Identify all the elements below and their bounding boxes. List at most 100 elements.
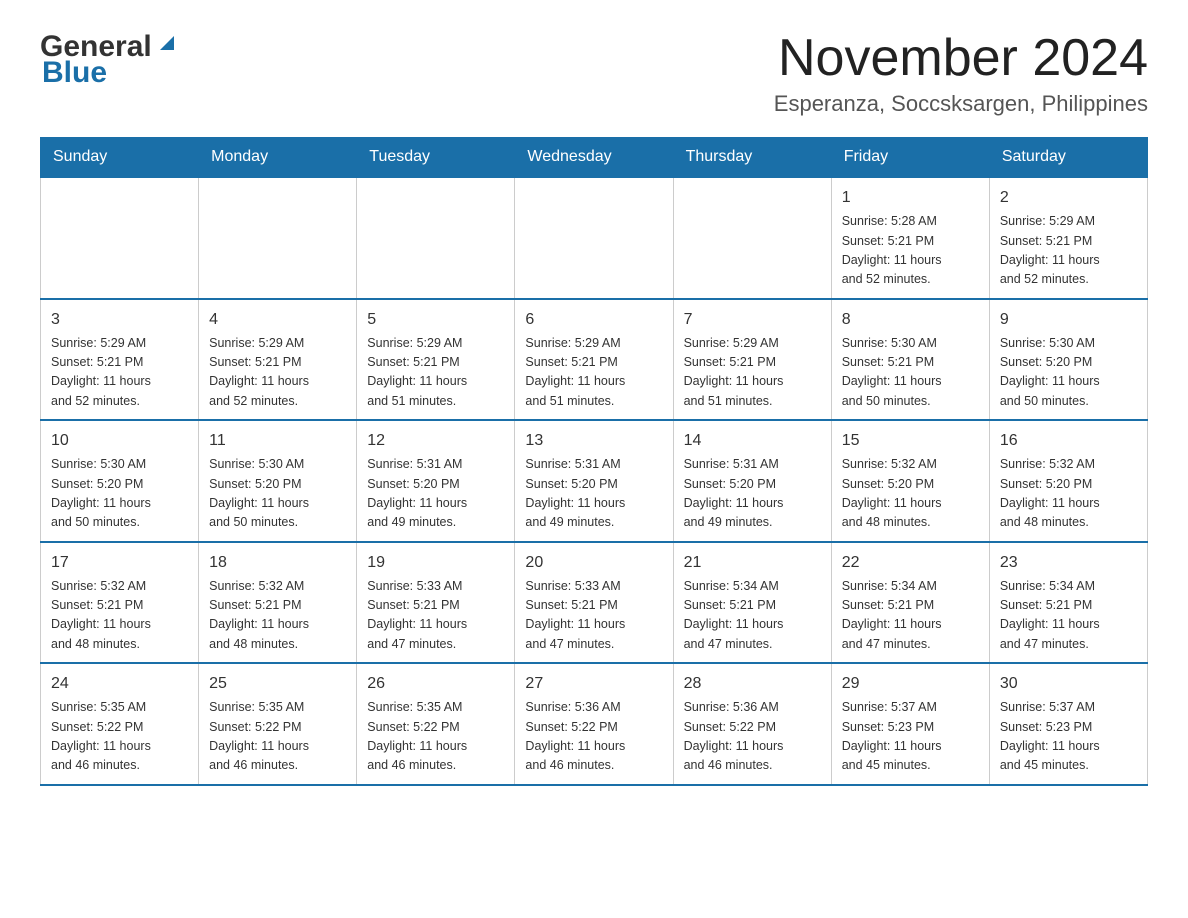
calendar-day-cell: 13Sunrise: 5:31 AMSunset: 5:20 PMDayligh… <box>515 420 673 542</box>
day-number: 21 <box>684 551 821 575</box>
calendar-empty-cell <box>41 177 199 299</box>
day-info: Sunrise: 5:36 AMSunset: 5:22 PMDaylight:… <box>684 698 821 776</box>
calendar-day-cell: 3Sunrise: 5:29 AMSunset: 5:21 PMDaylight… <box>41 299 199 421</box>
day-info: Sunrise: 5:37 AMSunset: 5:23 PMDaylight:… <box>1000 698 1137 776</box>
calendar-day-cell: 14Sunrise: 5:31 AMSunset: 5:20 PMDayligh… <box>673 420 831 542</box>
calendar-day-cell: 11Sunrise: 5:30 AMSunset: 5:20 PMDayligh… <box>199 420 357 542</box>
day-number: 15 <box>842 429 979 453</box>
day-info: Sunrise: 5:34 AMSunset: 5:21 PMDaylight:… <box>684 577 821 655</box>
day-number: 11 <box>209 429 346 453</box>
calendar-table: SundayMondayTuesdayWednesdayThursdayFrid… <box>40 137 1148 786</box>
day-info: Sunrise: 5:31 AMSunset: 5:20 PMDaylight:… <box>525 455 662 533</box>
calendar-day-cell: 29Sunrise: 5:37 AMSunset: 5:23 PMDayligh… <box>831 663 989 785</box>
calendar-day-cell: 28Sunrise: 5:36 AMSunset: 5:22 PMDayligh… <box>673 663 831 785</box>
day-info: Sunrise: 5:35 AMSunset: 5:22 PMDaylight:… <box>51 698 188 776</box>
page-header: General Blue November 2024 Esperanza, So… <box>40 30 1148 117</box>
day-info: Sunrise: 5:30 AMSunset: 5:20 PMDaylight:… <box>51 455 188 533</box>
calendar-day-cell: 12Sunrise: 5:31 AMSunset: 5:20 PMDayligh… <box>357 420 515 542</box>
calendar-empty-cell <box>515 177 673 299</box>
day-info: Sunrise: 5:33 AMSunset: 5:21 PMDaylight:… <box>367 577 504 655</box>
day-info: Sunrise: 5:29 AMSunset: 5:21 PMDaylight:… <box>209 334 346 412</box>
calendar-day-cell: 9Sunrise: 5:30 AMSunset: 5:20 PMDaylight… <box>989 299 1147 421</box>
day-number: 29 <box>842 672 979 696</box>
calendar-empty-cell <box>199 177 357 299</box>
calendar-empty-cell <box>673 177 831 299</box>
day-number: 24 <box>51 672 188 696</box>
logo-area: General Blue <box>40 30 178 90</box>
weekday-header-friday: Friday <box>831 138 989 178</box>
calendar-day-cell: 22Sunrise: 5:34 AMSunset: 5:21 PMDayligh… <box>831 542 989 664</box>
day-number: 8 <box>842 308 979 332</box>
day-number: 5 <box>367 308 504 332</box>
day-info: Sunrise: 5:37 AMSunset: 5:23 PMDaylight:… <box>842 698 979 776</box>
calendar-day-cell: 16Sunrise: 5:32 AMSunset: 5:20 PMDayligh… <box>989 420 1147 542</box>
day-info: Sunrise: 5:35 AMSunset: 5:22 PMDaylight:… <box>209 698 346 776</box>
calendar-day-cell: 1Sunrise: 5:28 AMSunset: 5:21 PMDaylight… <box>831 177 989 299</box>
day-number: 7 <box>684 308 821 332</box>
day-number: 6 <box>525 308 662 332</box>
calendar-week-row: 10Sunrise: 5:30 AMSunset: 5:20 PMDayligh… <box>41 420 1148 542</box>
calendar-day-cell: 24Sunrise: 5:35 AMSunset: 5:22 PMDayligh… <box>41 663 199 785</box>
day-number: 26 <box>367 672 504 696</box>
calendar-day-cell: 6Sunrise: 5:29 AMSunset: 5:21 PMDaylight… <box>515 299 673 421</box>
calendar-week-row: 1Sunrise: 5:28 AMSunset: 5:21 PMDaylight… <box>41 177 1148 299</box>
title-area: November 2024 Esperanza, Soccsksargen, P… <box>774 30 1148 117</box>
day-info: Sunrise: 5:36 AMSunset: 5:22 PMDaylight:… <box>525 698 662 776</box>
day-info: Sunrise: 5:29 AMSunset: 5:21 PMDaylight:… <box>51 334 188 412</box>
day-info: Sunrise: 5:35 AMSunset: 5:22 PMDaylight:… <box>367 698 504 776</box>
calendar-week-row: 24Sunrise: 5:35 AMSunset: 5:22 PMDayligh… <box>41 663 1148 785</box>
day-info: Sunrise: 5:33 AMSunset: 5:21 PMDaylight:… <box>525 577 662 655</box>
calendar-day-cell: 27Sunrise: 5:36 AMSunset: 5:22 PMDayligh… <box>515 663 673 785</box>
calendar-day-cell: 15Sunrise: 5:32 AMSunset: 5:20 PMDayligh… <box>831 420 989 542</box>
day-info: Sunrise: 5:30 AMSunset: 5:20 PMDaylight:… <box>209 455 346 533</box>
day-number: 16 <box>1000 429 1137 453</box>
day-number: 13 <box>525 429 662 453</box>
day-number: 27 <box>525 672 662 696</box>
calendar-day-cell: 30Sunrise: 5:37 AMSunset: 5:23 PMDayligh… <box>989 663 1147 785</box>
calendar-day-cell: 10Sunrise: 5:30 AMSunset: 5:20 PMDayligh… <box>41 420 199 542</box>
day-number: 18 <box>209 551 346 575</box>
calendar-day-cell: 25Sunrise: 5:35 AMSunset: 5:22 PMDayligh… <box>199 663 357 785</box>
day-number: 25 <box>209 672 346 696</box>
calendar-day-cell: 23Sunrise: 5:34 AMSunset: 5:21 PMDayligh… <box>989 542 1147 664</box>
day-number: 23 <box>1000 551 1137 575</box>
day-number: 12 <box>367 429 504 453</box>
calendar-week-row: 17Sunrise: 5:32 AMSunset: 5:21 PMDayligh… <box>41 542 1148 664</box>
logo-blue-text: Blue <box>40 56 107 90</box>
day-number: 30 <box>1000 672 1137 696</box>
day-number: 14 <box>684 429 821 453</box>
day-number: 9 <box>1000 308 1137 332</box>
day-info: Sunrise: 5:29 AMSunset: 5:21 PMDaylight:… <box>367 334 504 412</box>
weekday-header-thursday: Thursday <box>673 138 831 178</box>
day-number: 4 <box>209 308 346 332</box>
day-info: Sunrise: 5:31 AMSunset: 5:20 PMDaylight:… <box>367 455 504 533</box>
day-number: 19 <box>367 551 504 575</box>
month-title: November 2024 <box>774 30 1148 87</box>
calendar-day-cell: 26Sunrise: 5:35 AMSunset: 5:22 PMDayligh… <box>357 663 515 785</box>
location-title: Esperanza, Soccsksargen, Philippines <box>774 91 1148 117</box>
calendar-day-cell: 5Sunrise: 5:29 AMSunset: 5:21 PMDaylight… <box>357 299 515 421</box>
calendar-day-cell: 21Sunrise: 5:34 AMSunset: 5:21 PMDayligh… <box>673 542 831 664</box>
calendar-day-cell: 8Sunrise: 5:30 AMSunset: 5:21 PMDaylight… <box>831 299 989 421</box>
calendar-day-cell: 4Sunrise: 5:29 AMSunset: 5:21 PMDaylight… <box>199 299 357 421</box>
calendar-day-cell: 2Sunrise: 5:29 AMSunset: 5:21 PMDaylight… <box>989 177 1147 299</box>
day-info: Sunrise: 5:32 AMSunset: 5:21 PMDaylight:… <box>51 577 188 655</box>
day-info: Sunrise: 5:29 AMSunset: 5:21 PMDaylight:… <box>525 334 662 412</box>
calendar-empty-cell <box>357 177 515 299</box>
calendar-day-cell: 7Sunrise: 5:29 AMSunset: 5:21 PMDaylight… <box>673 299 831 421</box>
logo-triangle-icon <box>156 32 178 59</box>
day-info: Sunrise: 5:28 AMSunset: 5:21 PMDaylight:… <box>842 212 979 290</box>
day-info: Sunrise: 5:29 AMSunset: 5:21 PMDaylight:… <box>684 334 821 412</box>
day-info: Sunrise: 5:32 AMSunset: 5:20 PMDaylight:… <box>1000 455 1137 533</box>
calendar-day-cell: 18Sunrise: 5:32 AMSunset: 5:21 PMDayligh… <box>199 542 357 664</box>
weekday-header-wednesday: Wednesday <box>515 138 673 178</box>
day-number: 3 <box>51 308 188 332</box>
day-number: 22 <box>842 551 979 575</box>
day-number: 28 <box>684 672 821 696</box>
calendar-day-cell: 17Sunrise: 5:32 AMSunset: 5:21 PMDayligh… <box>41 542 199 664</box>
weekday-header-row: SundayMondayTuesdayWednesdayThursdayFrid… <box>41 138 1148 178</box>
weekday-header-saturday: Saturday <box>989 138 1147 178</box>
weekday-header-sunday: Sunday <box>41 138 199 178</box>
calendar-week-row: 3Sunrise: 5:29 AMSunset: 5:21 PMDaylight… <box>41 299 1148 421</box>
day-number: 20 <box>525 551 662 575</box>
